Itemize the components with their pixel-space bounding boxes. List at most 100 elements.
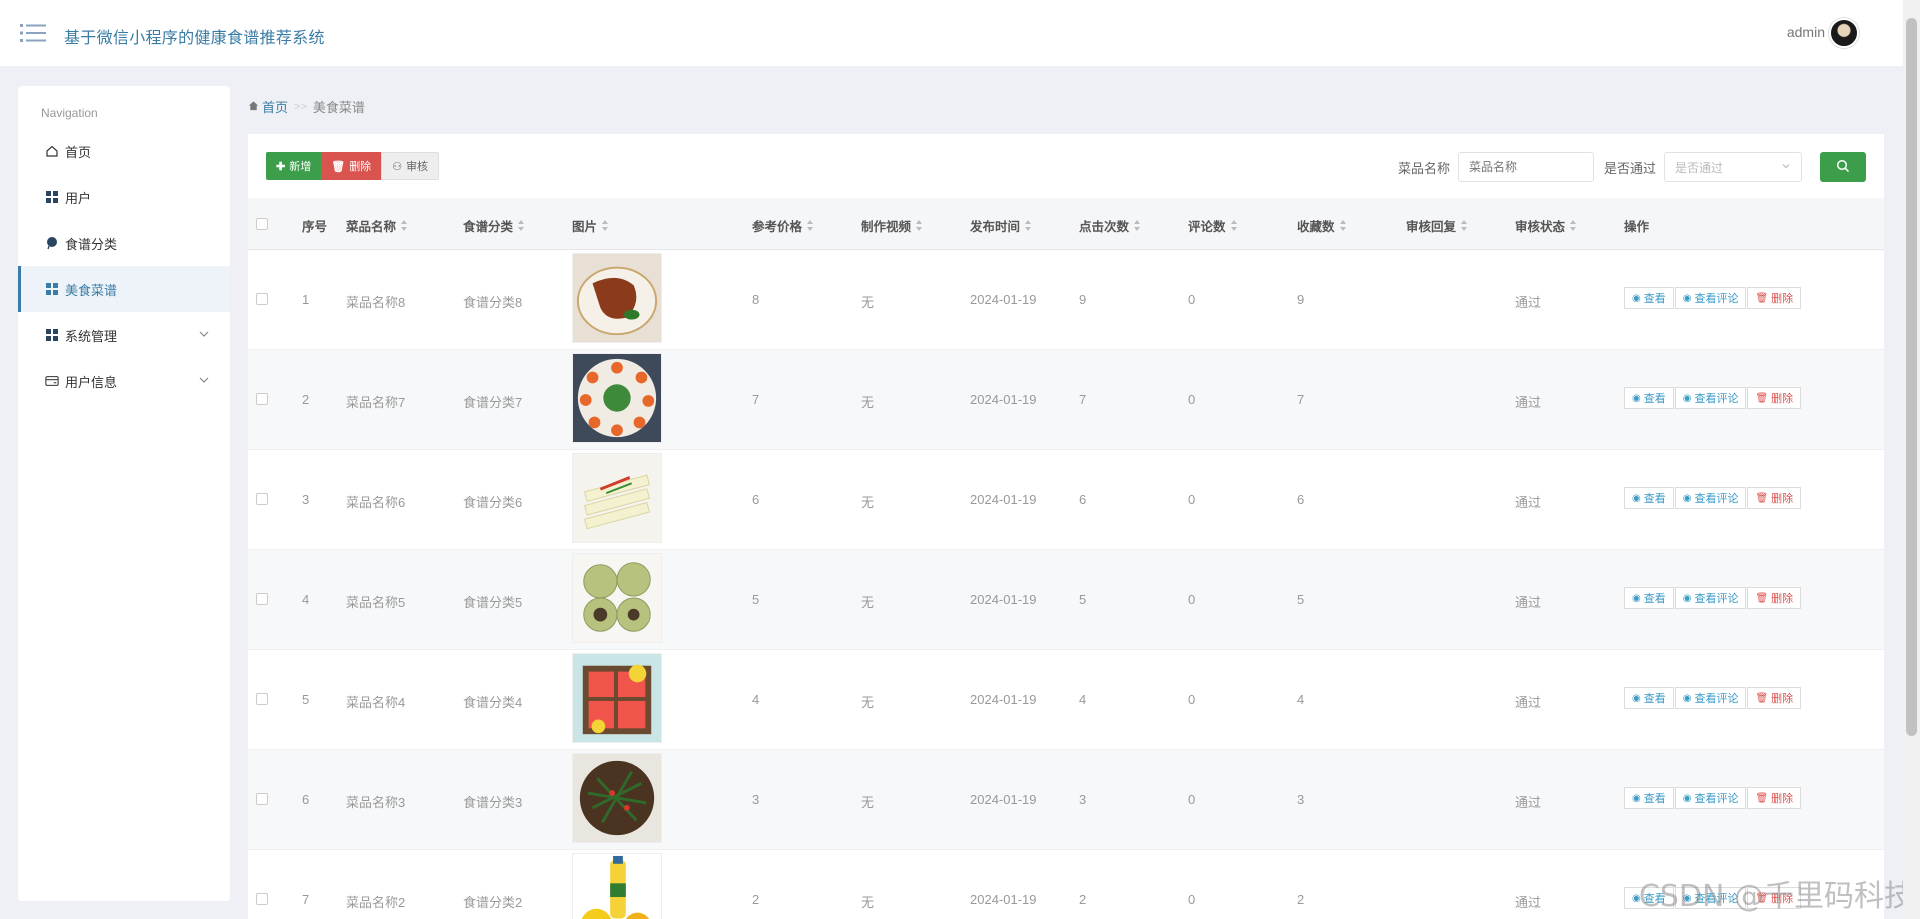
eye-icon: ◉ [1632,592,1641,604]
column-header-reply[interactable]: 审核回复 [1406,216,1468,235]
cell-no: 2 [302,392,310,407]
column-header-image[interactable]: 图片 [572,216,609,235]
select-all-checkbox[interactable] [256,218,268,230]
name-search-input[interactable] [1457,152,1594,182]
trash-icon: 🗑 [1755,392,1769,404]
plus-icon: ✚ [276,160,286,173]
app-title: 基于微信小程序的健康食谱推荐系统 [64,30,325,47]
cell-clicks: 5 [1079,592,1087,607]
column-header-favs[interactable]: 收藏数 [1297,216,1347,235]
sidebar-item-recipes[interactable]: 美食菜谱 [18,266,230,312]
column-header-name[interactable]: 菜品名称 [346,216,408,235]
view-comments-button[interactable]: ◉ 查看评论 [1674,387,1747,409]
add-button[interactable]: ✚ 新增 [266,152,322,180]
delete-row-button[interactable]: 🗑 删除 [1747,787,1802,809]
row-checkbox[interactable] [256,893,268,905]
row-checkbox[interactable] [256,693,268,705]
view-comments-button[interactable]: ◉ 查看评论 [1674,687,1747,709]
view-comments-button[interactable]: ◉ 查看评论 [1674,787,1747,809]
column-header-clicks[interactable]: 点击次数 [1079,216,1141,235]
recipe-image[interactable] [572,653,662,743]
delete-row-button[interactable]: 🗑 删除 [1747,487,1802,509]
view-button[interactable]: ◉ 查看 [1624,387,1674,409]
trash-icon: 🗑 [1755,292,1769,304]
scrollbar-thumb[interactable] [1906,18,1917,736]
row-checkbox[interactable] [256,793,268,805]
recipe-image[interactable] [572,753,662,843]
table-row[interactable]: 3 菜品名称6 食谱分类6 6 无 2024-01-19 6 0 6 通过 ◉ 查看 ◉ 查看评论 🗑… [248,450,1884,550]
table-row[interactable]: 6 菜品名称3 食谱分类3 3 无 2024-01-19 3 0 3 通过 ◉ 查看 ◉ 查看评论 🗑… [248,750,1884,850]
cell-favs: 2 [1297,892,1305,907]
column-header-price[interactable]: 参考价格 [752,216,814,235]
view-comments-button[interactable]: ◉ 查看评论 [1674,287,1747,309]
row-checkbox[interactable] [256,393,268,405]
chevron-down-icon [1781,160,1791,174]
cell-comments: 0 [1188,892,1196,907]
sidebar-item-recipe-category[interactable]: 食谱分类 [18,220,230,266]
row-actions: ◉ 查看 ◉ 查看评论 🗑 删除 [1624,587,1802,609]
cell-date: 2024-01-19 [970,592,1037,607]
watermark: CSDN @千里码科技 [1638,879,1914,914]
page-scrollbar[interactable] [1903,0,1920,919]
pass-select[interactable]: 是否通过 [1664,152,1802,182]
cell-price: 2 [752,892,760,907]
view-comments-button[interactable]: ◉ 查看评论 [1674,587,1747,609]
table-row[interactable]: 2 菜品名称7 食谱分类7 7 无 2024-01-19 7 0 7 通过 ◉ 查看 ◉ 查看评论 🗑… [248,350,1884,450]
column-header-video[interactable]: 制作视频 [861,216,923,235]
sidebar-item-user-info[interactable]: 用户信息 [18,358,230,404]
recipe-image[interactable] [572,353,662,443]
recipe-image[interactable] [572,453,662,543]
delete-row-button[interactable]: 🗑 删除 [1747,287,1802,309]
cell-comments: 0 [1188,692,1196,707]
cell-clicks: 2 [1079,892,1087,907]
view-button[interactable]: ◉ 查看 [1624,487,1674,509]
search-button[interactable] [1820,152,1866,182]
cell-video: 无 [861,295,875,310]
card-icon [45,374,59,388]
sidebar-item-home[interactable]: 首页 [18,128,230,174]
recipe-image[interactable] [572,553,662,643]
table-row[interactable]: 5 菜品名称4 食谱分类4 4 无 2024-01-19 4 0 4 通过 ◉ 查看 ◉ 查看评论 🗑… [248,650,1884,750]
table-row[interactable]: 1 菜品名称8 食谱分类8 8 无 2024-01-19 9 0 9 通过 ◉ 查看 ◉ 查看评论 🗑… [248,250,1884,350]
view-button[interactable]: ◉ 查看 [1624,287,1674,309]
sidebar-item-label: 用户 [65,190,92,206]
view-comments-button[interactable]: ◉ 查看评论 [1674,487,1747,509]
avatar[interactable] [1829,18,1859,48]
home-icon [248,99,259,114]
grid-icon [45,282,59,296]
trash-icon: 🗑 [331,160,346,173]
cell-price: 6 [752,492,760,507]
menu-toggle-icon[interactable] [20,22,46,44]
pass-search-label: 是否通过 [1603,160,1656,176]
view-button[interactable]: ◉ 查看 [1624,587,1674,609]
user-name[interactable]: admin [1787,24,1825,40]
audit-button[interactable]: ⚇ 审核 [381,152,440,180]
row-checkbox[interactable] [256,493,268,505]
view-button[interactable]: ◉ 查看 [1624,787,1674,809]
trash-icon: 🗑 [1755,492,1769,504]
delete-row-button[interactable]: 🗑 删除 [1747,587,1802,609]
row-checkbox[interactable] [256,593,268,605]
cell-price: 7 [752,392,760,407]
delete-row-button[interactable]: 🗑 删除 [1747,387,1802,409]
search-bar: 菜品名称 是否通过 是否通过 [1398,152,1866,182]
cell-category: 食谱分类3 [463,795,523,810]
recipe-image[interactable] [572,853,662,919]
sidebar-item-system[interactable]: 系统管理 [18,312,230,358]
column-header-comments[interactable]: 评论数 [1188,216,1238,235]
column-header-category[interactable]: 食谱分类 [463,216,525,235]
row-checkbox[interactable] [256,293,268,305]
cell-no: 1 [302,292,310,307]
column-header-status[interactable]: 审核状态 [1515,216,1577,235]
nav-caption: Navigation [41,106,98,120]
column-header-date[interactable]: 发布时间 [970,216,1032,235]
recipe-image[interactable] [572,253,662,343]
view-button[interactable]: ◉ 查看 [1624,687,1674,709]
delete-row-button[interactable]: 🗑 删除 [1747,687,1802,709]
sidebar: Navigation 首页 用户 食谱分类 美食菜谱 系统管理 用户信息 [18,86,230,901]
sidebar-item-users[interactable]: 用户 [18,174,230,220]
sort-icon [1134,220,1141,231]
table-row[interactable]: 4 菜品名称5 食谱分类5 5 无 2024-01-19 5 0 5 通过 ◉ 查看 ◉ 查看评论 🗑… [248,550,1884,650]
breadcrumb-home-link[interactable]: 首页 [262,97,288,116]
delete-button[interactable]: 🗑 删除 [321,152,382,180]
